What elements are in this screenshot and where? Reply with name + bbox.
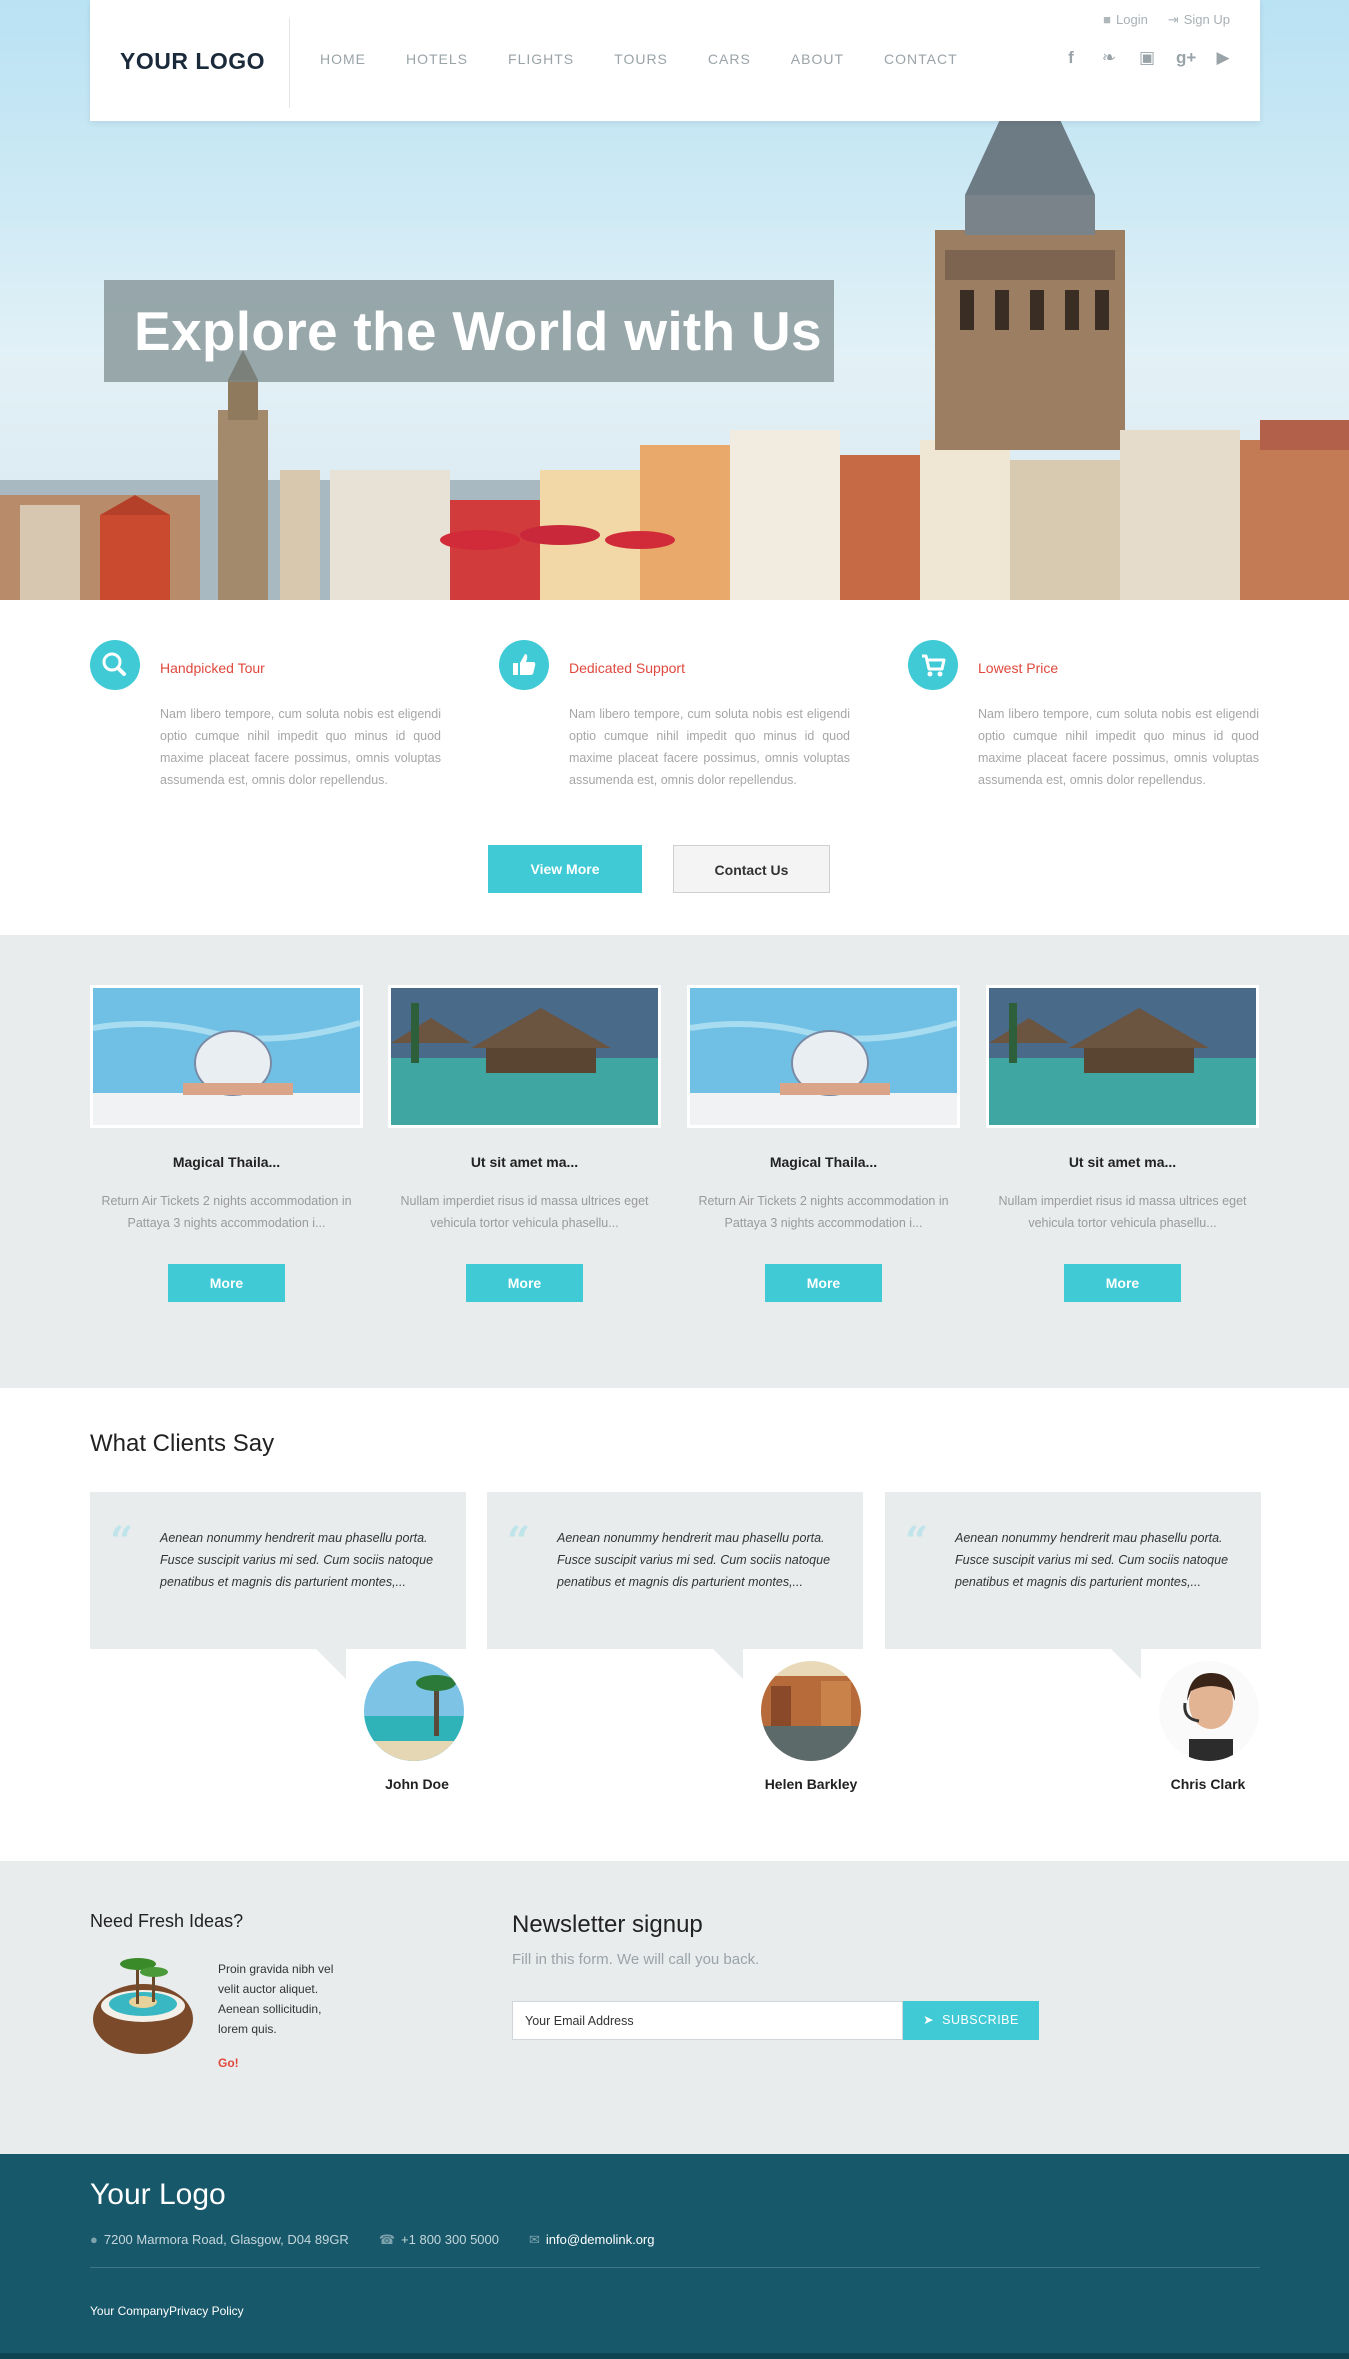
facebook-icon[interactable]: f <box>1062 48 1080 68</box>
newsletter-title: Newsletter signup <box>512 1911 703 1938</box>
tour-image-pool[interactable] <box>687 985 960 1128</box>
site-footer: Your Logo ● 7200 Marmora Road, Glasgow, D… <box>0 2154 1349 2359</box>
feature-text: Nam libero tempore, cum soluta nobis est… <box>569 707 850 787</box>
nav-about[interactable]: ABOUT <box>791 51 844 67</box>
youtube-icon[interactable]: ▶ <box>1214 48 1232 68</box>
tour-description: Nullam imperdiet risus id massa ultrices… <box>400 1194 649 1230</box>
newsletter-subtitle: Fill in this form. We will call you back… <box>512 1951 760 1968</box>
nav-flights[interactable]: FLIGHTS <box>508 51 574 67</box>
ideas-title: Need Fresh Ideas? <box>90 1911 244 1931</box>
social-links: f ❧ ▣ g+ ▶ <box>1062 48 1232 68</box>
auth-links: ■ Login ⇥ Sign Up <box>1103 12 1230 28</box>
footer-phone: ☎ +1 800 300 5000 <box>378 2232 499 2247</box>
hero-section: YOUR LOGO HOME HOTELS FLIGHTS TOURS CARS… <box>0 0 1349 600</box>
quote-icon: “ <box>905 1518 929 1565</box>
features-section: Handpicked Tour Nam libero tempore, cum … <box>0 600 1349 935</box>
testimonial-text: Aenean nonummy hendrerit mau phasellu po… <box>955 1531 1229 1589</box>
coconut-island-image <box>88 1944 200 2056</box>
feature-title: Lowest Price <box>978 660 1059 676</box>
section-title: What Clients Say <box>90 1430 275 1457</box>
footer-address: ● 7200 Marmora Road, Glasgow, D04 89GR <box>90 2232 349 2247</box>
tour-title[interactable]: Ut sit amet ma... <box>986 1154 1259 1170</box>
site-header: YOUR LOGO HOME HOTELS FLIGHTS TOURS CARS… <box>90 0 1260 121</box>
bubble-tail <box>1111 1649 1141 1679</box>
tour-image-bungalows[interactable] <box>986 985 1259 1128</box>
signup-link[interactable]: ⇥ Sign Up <box>1168 12 1230 28</box>
more-button[interactable]: More <box>168 1264 285 1302</box>
quote-icon: “ <box>110 1518 134 1565</box>
tour-title[interactable]: Ut sit amet ma... <box>388 1154 661 1170</box>
logo-divider <box>289 18 290 108</box>
testimonial-bubble: “ Aenean nonummy hendrerit mau phasellu … <box>885 1492 1261 1679</box>
nav-tours[interactable]: TOURS <box>614 51 668 67</box>
tour-description: Nullam imperdiet risus id massa ultrices… <box>998 1194 1247 1230</box>
cart-icon <box>908 640 958 690</box>
more-button[interactable]: More <box>1064 1264 1181 1302</box>
search-icon <box>90 640 140 690</box>
instagram-icon[interactable]: ▣ <box>1138 48 1156 68</box>
mail-icon: ✉ <box>529 2232 540 2247</box>
main-nav: HOME HOTELS FLIGHTS TOURS CARS ABOUT CON… <box>320 51 998 67</box>
nav-home[interactable]: HOME <box>320 51 366 67</box>
go-link[interactable]: Go! <box>218 2056 239 2070</box>
location-pin-icon: ● <box>90 2232 98 2247</box>
testimonials-section: What Clients Say “ Aenean nonummy hendre… <box>0 1388 1349 1861</box>
phone-icon: ☎ <box>378 2232 396 2247</box>
login-link[interactable]: ■ Login <box>1103 12 1148 28</box>
avatar <box>1159 1661 1259 1761</box>
tour-image-bungalows[interactable] <box>388 985 661 1128</box>
tour-title[interactable]: Magical Thaila... <box>90 1154 363 1170</box>
nav-cars[interactable]: CARS <box>708 51 751 67</box>
lock-icon: ■ <box>1103 12 1112 27</box>
twitter-icon[interactable]: ❧ <box>1100 48 1118 68</box>
tour-card: Ut sit amet ma... Nullam imperdiet risus… <box>986 985 1259 1302</box>
view-more-button[interactable]: View More <box>488 845 642 893</box>
tour-description: Return Air Tickets 2 nights accommodatio… <box>698 1194 949 1230</box>
footer-email[interactable]: ✉ info@demolink.org <box>529 2232 655 2248</box>
tour-card: Magical Thaila... Return Air Tickets 2 n… <box>687 985 960 1302</box>
more-button[interactable]: More <box>765 1264 882 1302</box>
feature-title: Dedicated Support <box>569 660 685 676</box>
tour-image-pool[interactable] <box>90 985 363 1128</box>
footer-bottom-bar <box>0 2353 1349 2359</box>
client-name: Chris Clark <box>1170 1776 1246 1792</box>
more-button[interactable]: More <box>466 1264 583 1302</box>
google-plus-icon[interactable]: g+ <box>1176 48 1196 68</box>
contact-us-button[interactable]: Contact Us <box>673 845 830 893</box>
tour-description: Return Air Tickets 2 nights accommodatio… <box>101 1194 352 1230</box>
testimonial-text: Aenean nonummy hendrerit mau phasellu po… <box>557 1531 831 1589</box>
footer-divider <box>90 2267 1260 2268</box>
testimonial-text: Aenean nonummy hendrerit mau phasellu po… <box>160 1531 434 1589</box>
avatar <box>761 1661 861 1761</box>
footer-copyright[interactable]: Your CompanyPrivacy Policy <box>90 2304 244 2318</box>
bubble-tail <box>316 1649 346 1679</box>
feature-title: Handpicked Tour <box>160 660 265 676</box>
bubble-tail <box>713 1649 743 1679</box>
footer-contacts: ● 7200 Marmora Road, Glasgow, D04 89GR ☎ +… <box>90 2232 685 2248</box>
avatar <box>364 1661 464 1761</box>
footer-logo[interactable]: Your Logo <box>90 2178 226 2212</box>
nav-contact[interactable]: CONTACT <box>884 51 958 67</box>
email-field[interactable] <box>512 2001 903 2040</box>
tours-section: Magical Thaila... Return Air Tickets 2 n… <box>0 935 1349 1388</box>
tour-card: Ut sit amet ma... Nullam imperdiet risus… <box>388 985 661 1302</box>
tour-card: Magical Thaila... Return Air Tickets 2 n… <box>90 985 363 1302</box>
quote-icon: “ <box>507 1518 531 1565</box>
nav-hotels[interactable]: HOTELS <box>406 51 468 67</box>
signup-icon: ⇥ <box>1167 12 1179 27</box>
feature-text: Nam libero tempore, cum soluta nobis est… <box>160 707 441 787</box>
tour-title[interactable]: Magical Thaila... <box>687 1154 960 1170</box>
newsletter-section: Need Fresh Ideas? Proin gravida nibh vel… <box>0 1861 1349 2154</box>
hero-title: Explore the World with Us <box>104 280 834 382</box>
client-name: John Doe <box>385 1776 449 1792</box>
testimonial-bubble: “ Aenean nonummy hendrerit mau phasellu … <box>90 1492 466 1679</box>
subscribe-button[interactable]: ➤ SUBSCRIBE <box>903 2001 1039 2040</box>
send-icon: ➤ <box>923 2013 935 2027</box>
feature-text: Nam libero tempore, cum soluta nobis est… <box>978 707 1259 787</box>
ideas-text: Proin gravida nibh vel velit auctor aliq… <box>218 1962 334 2036</box>
site-logo[interactable]: YOUR LOGO <box>120 48 265 75</box>
client-name: Helen Barkley <box>764 1776 858 1792</box>
testimonial-bubble: “ Aenean nonummy hendrerit mau phasellu … <box>487 1492 863 1679</box>
thumbs-up-icon <box>499 640 549 690</box>
